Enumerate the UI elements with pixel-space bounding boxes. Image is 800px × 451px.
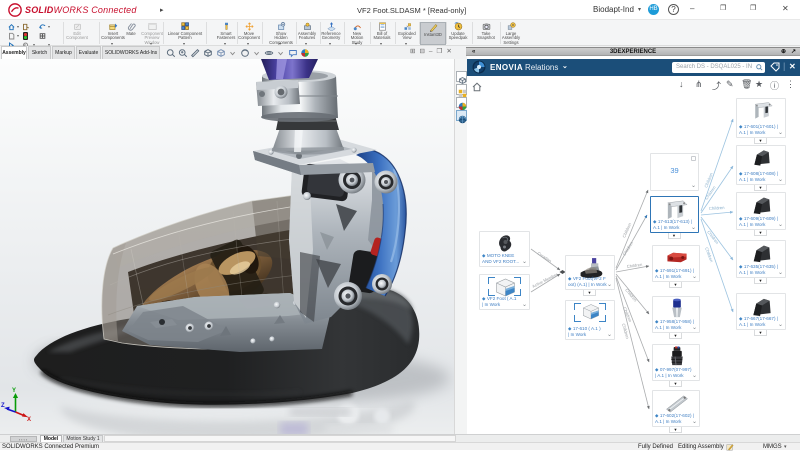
svg-text:Children: Children xyxy=(709,205,726,211)
svg-text:Y: Y xyxy=(12,388,16,394)
svg-text:Children: Children xyxy=(624,287,638,303)
svg-text:Children: Children xyxy=(706,230,720,246)
svg-text:Children: Children xyxy=(622,306,633,323)
svg-text:Creation: Creation xyxy=(536,251,553,264)
svg-text:Children: Children xyxy=(621,323,630,340)
svg-text:X: X xyxy=(27,417,31,423)
svg-text:Children: Children xyxy=(621,222,632,239)
svg-text:Children: Children xyxy=(704,247,714,264)
svg-text:Active Member: Active Member xyxy=(531,271,559,288)
svg-text:Z: Z xyxy=(1,403,5,409)
svg-text:Children: Children xyxy=(622,240,635,256)
